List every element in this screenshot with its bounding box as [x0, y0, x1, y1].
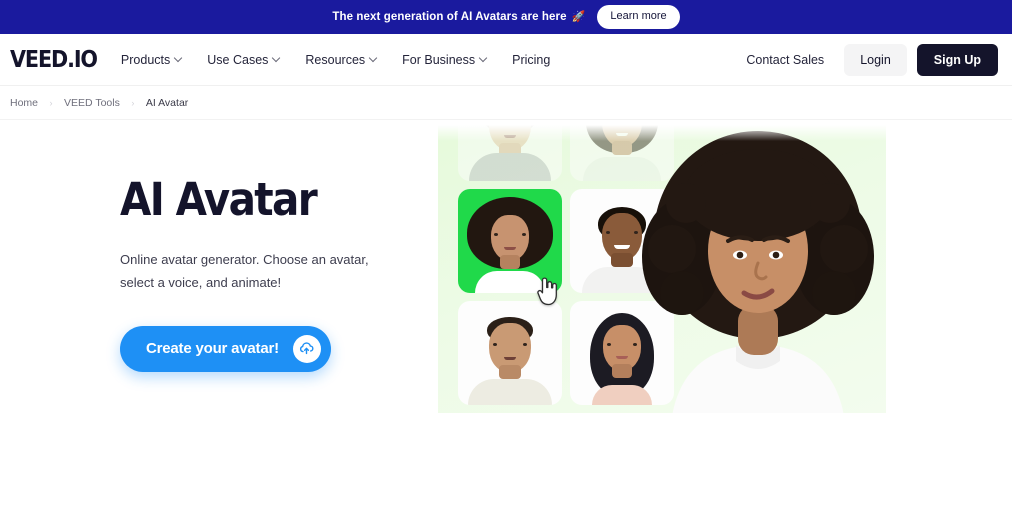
hero-subtitle: Online avatar generator. Choose an avata…	[120, 252, 369, 290]
nav-links: Products Use Cases Resources For Busines…	[121, 53, 550, 67]
announcement-text: The next generation of AI Avatars are he…	[332, 11, 585, 23]
signup-button[interactable]: Sign Up	[916, 43, 998, 76]
cloud-upload-icon	[292, 334, 321, 363]
nav-item-for-business[interactable]: For Business	[402, 53, 488, 67]
contact-sales-link[interactable]: Contact Sales	[736, 45, 834, 75]
nav-item-resources[interactable]: Resources	[305, 53, 378, 67]
avatar-thumb-5[interactable]	[458, 301, 562, 405]
nav-item-label: Products	[120, 52, 171, 67]
chevron-down-icon	[480, 55, 488, 63]
nav-item-label: Resources	[305, 52, 366, 67]
nav-actions: Contact Sales Login Sign Up	[736, 43, 998, 76]
hero-copy: AI Avatar Online avatar generator. Choos…	[0, 120, 420, 372]
breadcrumb-separator-icon: ›	[49, 97, 53, 108]
nav-item-use-cases[interactable]: Use Cases	[207, 53, 281, 67]
avatar-thumb-1[interactable]	[458, 125, 562, 181]
pointing-hand-cursor	[537, 277, 557, 306]
chevron-down-icon	[175, 55, 183, 63]
announcement-label: The next generation of AI Avatars are he…	[332, 11, 567, 23]
breadcrumb-item-veed-tools[interactable]: VEED Tools	[64, 97, 120, 109]
breadcrumb-separator-icon: ›	[131, 97, 135, 108]
nav-item-products[interactable]: Products	[121, 53, 183, 67]
rocket-icon: 🚀	[571, 10, 586, 23]
create-your-avatar-button[interactable]: Create your avatar!	[120, 325, 331, 372]
breadcrumb-item-home[interactable]: Home	[10, 97, 38, 109]
nav-item-pricing[interactable]: Pricing	[512, 53, 550, 67]
chevron-down-icon	[370, 55, 378, 63]
breadcrumb-item-ai-avatar: AI Avatar	[145, 96, 189, 109]
main-navigation: VEED.IO Products Use Cases Resources For…	[0, 34, 1012, 86]
breadcrumb: Home › VEED Tools › AI Avatar	[0, 86, 1012, 120]
learn-more-button[interactable]: Learn more	[597, 4, 680, 30]
nav-item-label: Pricing	[512, 52, 551, 67]
hero-image	[438, 125, 886, 413]
chevron-down-icon	[273, 55, 281, 63]
veed-logo[interactable]: VEED.IO	[10, 47, 98, 73]
page-title: AI Avatar	[120, 173, 318, 226]
cta-label: Create your avatar!	[146, 340, 279, 358]
nav-item-label: Use Cases	[207, 52, 269, 67]
nav-item-label: For Business	[402, 52, 476, 67]
featured-avatar-portrait	[642, 131, 874, 413]
hero-section: AI Avatar Online avatar generator. Choos…	[0, 120, 1012, 509]
login-button[interactable]: Login	[844, 43, 907, 76]
announcement-banner: The next generation of AI Avatars are he…	[0, 0, 1012, 34]
